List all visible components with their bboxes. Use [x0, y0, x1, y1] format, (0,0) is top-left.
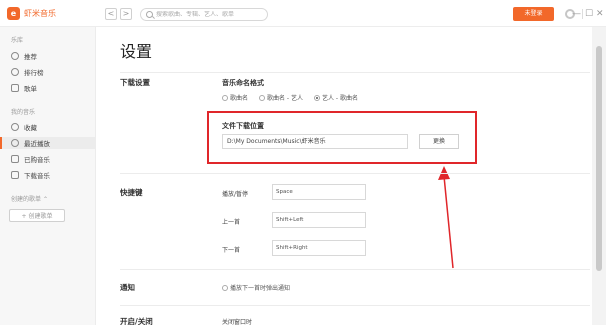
- sidebar-item-label: 下载音乐: [24, 172, 50, 180]
- divider: [120, 305, 590, 306]
- sidebar-section-music: 乐库: [11, 37, 24, 44]
- sidebar-item-label: 推荐: [24, 53, 37, 61]
- forward-button[interactable]: >: [120, 8, 132, 20]
- app-name: 虾米音乐: [24, 9, 56, 18]
- sidebar-item-downloads[interactable]: 下载音乐: [0, 169, 96, 181]
- naming-format-options: 歌曲名 歌曲名 - 艺人 艺人 - 歌曲名: [222, 93, 369, 102]
- sidebar-item-label: 排行榜: [24, 69, 44, 77]
- divider: [120, 72, 590, 73]
- hotkey-next-label: 下一首: [222, 247, 241, 254]
- clock-icon: [11, 139, 19, 147]
- sidebar-item-label: 歌单: [24, 85, 37, 93]
- settings-panel: 设置 下载设置 音乐命名格式 歌曲名 歌曲名 - 艺人 艺人 - 歌曲名 文件下…: [97, 27, 592, 325]
- divider: [582, 9, 583, 19]
- maximize-button[interactable]: ☐: [585, 8, 593, 20]
- radio-label: 歌曲名: [230, 95, 249, 102]
- annotation-arrow-icon: [438, 166, 454, 269]
- app-logo[interactable]: e 虾米音乐: [7, 7, 56, 20]
- divider: [120, 173, 590, 174]
- sidebar-item-label: 最近播放: [24, 140, 50, 148]
- sidebar-item-favorites[interactable]: 收藏: [0, 121, 96, 133]
- download-icon: [11, 171, 19, 179]
- search-input[interactable]: [156, 11, 256, 18]
- create-playlist-button[interactable]: + 创建歌单: [9, 209, 65, 222]
- sidebar-section-created[interactable]: 创建的歌单 ⌃: [11, 194, 48, 203]
- hotkey-next-input[interactable]: Shift+Right: [272, 240, 366, 256]
- logo-icon: e: [7, 7, 20, 20]
- music-note-icon: [11, 52, 19, 60]
- close-behavior-option: 关闭窗口时: [222, 319, 253, 325]
- sidebar-item-recent[interactable]: 最近播放: [0, 137, 96, 149]
- title-bar: e 虾米音乐 < > 未登录: [0, 0, 606, 27]
- naming-format-label: 音乐命名格式: [222, 79, 264, 87]
- sidebar-item-purchased[interactable]: 已购音乐: [0, 153, 96, 165]
- change-path-button[interactable]: 更换: [419, 134, 459, 149]
- radio-icon: [222, 94, 228, 101]
- checkbox-icon: [222, 284, 228, 291]
- radio-icon: [259, 94, 266, 101]
- sidebar-item-charts[interactable]: 排行榜: [0, 66, 96, 78]
- naming-option-artist-song[interactable]: 艺人 - 歌曲名: [314, 93, 358, 102]
- hotkey-prev-label: 上一首: [222, 219, 241, 226]
- sidebar-item-label: 已购音乐: [24, 156, 50, 164]
- back-button[interactable]: <: [105, 8, 117, 20]
- page-title: 设置: [120, 42, 153, 61]
- chart-icon: [11, 68, 19, 76]
- download-path-field[interactable]: D:\My Documents\Music\虾米音乐: [222, 134, 408, 149]
- radio-label: 艺人 - 歌曲名: [322, 95, 358, 102]
- search-box[interactable]: [140, 8, 268, 21]
- close-behavior-label: 开启/关闭: [120, 317, 153, 325]
- sidebar-item-playlists[interactable]: 歌单: [0, 82, 96, 94]
- chevron-up-icon: ⌃: [42, 196, 48, 203]
- created-section-label: 创建的歌单: [11, 196, 42, 203]
- hotkey-prev-input[interactable]: Shift+Left: [272, 212, 366, 228]
- naming-option-song-artist[interactable]: 歌曲名 - 艺人: [259, 93, 303, 102]
- sidebar-section-my-music: 我的音乐: [11, 109, 36, 116]
- hotkeys-label: 快捷键: [120, 188, 143, 197]
- sidebar-item-label: 收藏: [24, 124, 37, 132]
- download-location-label: 文件下载位置: [222, 122, 264, 130]
- notify-option[interactable]: 播放下一首时弹出通知: [222, 283, 290, 292]
- download-settings-label: 下载设置: [120, 78, 150, 87]
- radio-selected-icon: [314, 94, 320, 101]
- divider: [120, 269, 590, 270]
- scrollbar-thumb[interactable]: [596, 46, 602, 271]
- naming-option-song[interactable]: 歌曲名: [222, 93, 248, 102]
- notify-label: 通知: [120, 283, 135, 292]
- close-button[interactable]: ✕: [596, 8, 604, 20]
- search-icon: [146, 11, 153, 18]
- playlist-icon: [11, 84, 19, 92]
- sidebar-item-recommend[interactable]: 推荐: [0, 50, 96, 62]
- notify-option-label: 播放下一首时弹出通知: [230, 285, 291, 292]
- sidebar: 乐库 推荐 排行榜 歌单 我的音乐 收藏 最近播放 已购音乐 下载音乐 创建的歌…: [0, 27, 96, 325]
- heart-icon: [11, 123, 19, 131]
- hotkey-play-pause-input[interactable]: Space: [272, 184, 366, 200]
- minimize-button[interactable]: —: [572, 8, 581, 20]
- radio-label: 歌曲名 - 艺人: [267, 95, 303, 102]
- login-button[interactable]: 未登录: [513, 7, 554, 21]
- hotkey-play-pause-label: 播放/暂停: [222, 191, 249, 198]
- cart-icon: [11, 155, 19, 163]
